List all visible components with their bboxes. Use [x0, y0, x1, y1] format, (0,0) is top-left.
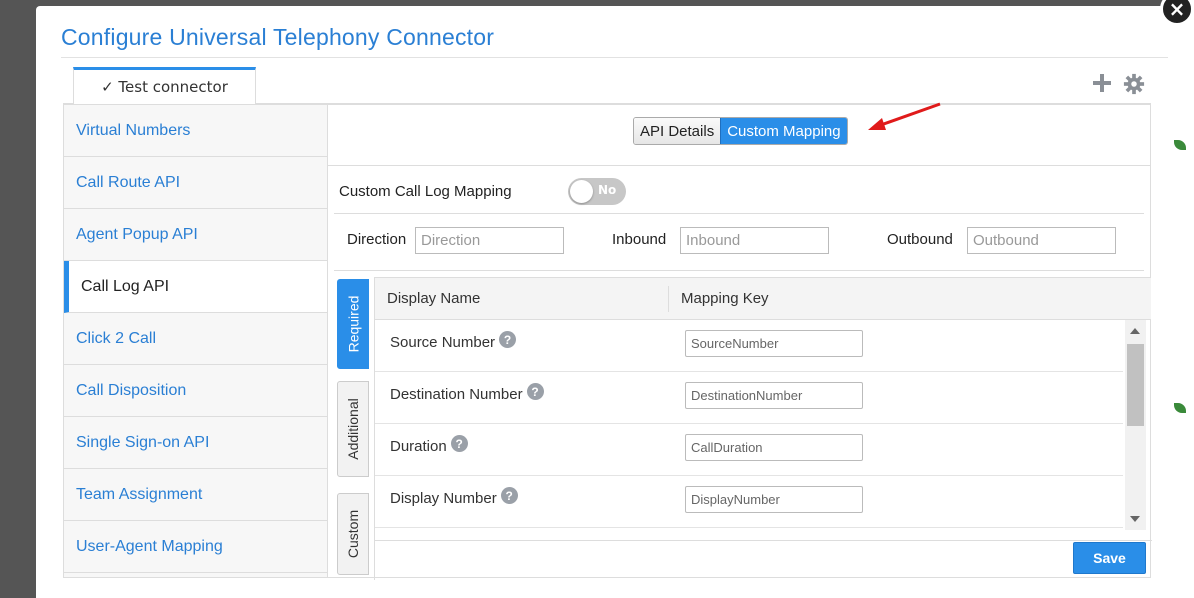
- toggle-divider: [334, 213, 1144, 214]
- custom-call-log-mapping-label: Custom Call Log Mapping: [339, 183, 512, 200]
- scroll-down-arrow-icon[interactable]: [1130, 516, 1140, 522]
- mapping-table: Display Name Mapping Key Source Number? …: [374, 277, 1152, 580]
- row-name-text: Duration: [390, 438, 447, 455]
- inbound-input[interactable]: [680, 227, 829, 254]
- save-button[interactable]: Save: [1073, 542, 1146, 574]
- row-name: Destination Number?: [390, 383, 544, 403]
- row-name-text: Source Number: [390, 334, 496, 351]
- scroll-up-arrow-icon[interactable]: [1130, 328, 1140, 334]
- custom-call-log-toggle[interactable]: No: [568, 178, 626, 205]
- row-name: Duration?: [390, 435, 468, 455]
- outbound-label: Outbound: [887, 231, 953, 248]
- plus-icon[interactable]: [1092, 73, 1112, 93]
- gear-icon[interactable]: [1123, 73, 1145, 95]
- row-name: Display Number?: [390, 487, 518, 507]
- scroll-thumb[interactable]: [1127, 344, 1144, 426]
- row-name-text: Destination Number: [390, 386, 523, 403]
- row-name-text: Display Number: [390, 490, 497, 507]
- tab-custom[interactable]: Custom: [337, 493, 369, 575]
- modal-title: Configure Universal Telephony Connector: [61, 24, 495, 50]
- table-scrollbar[interactable]: [1125, 320, 1146, 530]
- sidebar-item-user-agent-mapping[interactable]: User-Agent Mapping: [64, 521, 327, 573]
- column-display-name: Display Name: [387, 290, 481, 307]
- sidebar-item-team-assignment[interactable]: Team Assignment: [64, 469, 327, 521]
- mapping-mode-switch: API Details Custom Mapping: [633, 117, 848, 145]
- mapping-key-input[interactable]: [685, 486, 863, 513]
- outbound-input[interactable]: [967, 227, 1116, 254]
- mapping-key-input[interactable]: [685, 382, 863, 409]
- custom-mapping-button[interactable]: Custom Mapping: [720, 118, 847, 144]
- tab-required[interactable]: Required: [337, 279, 369, 369]
- column-separator: [668, 286, 669, 312]
- row-name: Source Number?: [390, 331, 517, 351]
- direction-label: Direction: [347, 231, 407, 248]
- tab-custom-label: Custom: [345, 509, 362, 559]
- sidebar-item-virtual-numbers[interactable]: Virtual Numbers: [64, 105, 327, 157]
- switch-divider: [328, 165, 1150, 166]
- leaf-icon: [1174, 403, 1186, 413]
- api-details-button[interactable]: API Details: [634, 118, 721, 144]
- table-row: Destination Number?: [375, 372, 1123, 424]
- tab-additional-label: Additional: [345, 398, 361, 460]
- red-annotation-arrow-icon: [868, 102, 941, 130]
- configure-connector-modal: Configure Universal Telephony Connector …: [36, 6, 1168, 598]
- mapping-key-input[interactable]: [685, 330, 863, 357]
- main-panel: API Details Custom Mapping Custom Call L…: [328, 104, 1152, 580]
- api-sidebar: Virtual Numbers Call Route API Agent Pop…: [63, 104, 328, 578]
- mapping-key-input[interactable]: [685, 434, 863, 461]
- table-row: Display Number?: [375, 476, 1123, 528]
- sidebar-item-agent-popup-api[interactable]: Agent Popup API: [64, 209, 327, 261]
- direction-input[interactable]: [415, 227, 564, 254]
- sidebar-item-call-disposition[interactable]: Call Disposition: [64, 365, 327, 417]
- inbound-label: Inbound: [612, 231, 667, 248]
- sidebar-item-single-sign-on-api[interactable]: Single Sign-on API: [64, 417, 327, 469]
- tab-required-label: Required: [345, 295, 362, 353]
- help-icon[interactable]: ?: [500, 487, 518, 504]
- tab-test-connector[interactable]: ✓ Test connector: [73, 67, 256, 104]
- sidebar-item-call-log-api[interactable]: Call Log API: [64, 261, 327, 313]
- fields-divider: [334, 270, 1144, 271]
- table-row: Duration?: [375, 424, 1123, 476]
- sidebar-item-call-route-api[interactable]: Call Route API: [64, 157, 327, 209]
- background-page-edge: [1168, 0, 1194, 598]
- title-divider: [61, 57, 1168, 58]
- tab-additional[interactable]: Additional: [337, 381, 369, 477]
- help-icon[interactable]: ?: [499, 331, 517, 348]
- mapping-table-header: Display Name Mapping Key: [375, 278, 1151, 320]
- toggle-knob: [570, 180, 593, 203]
- help-icon[interactable]: ?: [450, 435, 468, 452]
- toggle-state-text: No: [598, 183, 617, 197]
- leaf-icon: [1174, 140, 1186, 150]
- sidebar-item-click-2-call[interactable]: Click 2 Call: [64, 313, 327, 365]
- column-mapping-key: Mapping Key: [681, 290, 769, 307]
- help-icon[interactable]: ?: [526, 383, 544, 400]
- mapping-table-body: Source Number? Destination Number? Durat…: [375, 320, 1152, 530]
- table-footer-divider: [375, 540, 1152, 541]
- table-row: Source Number?: [375, 320, 1123, 372]
